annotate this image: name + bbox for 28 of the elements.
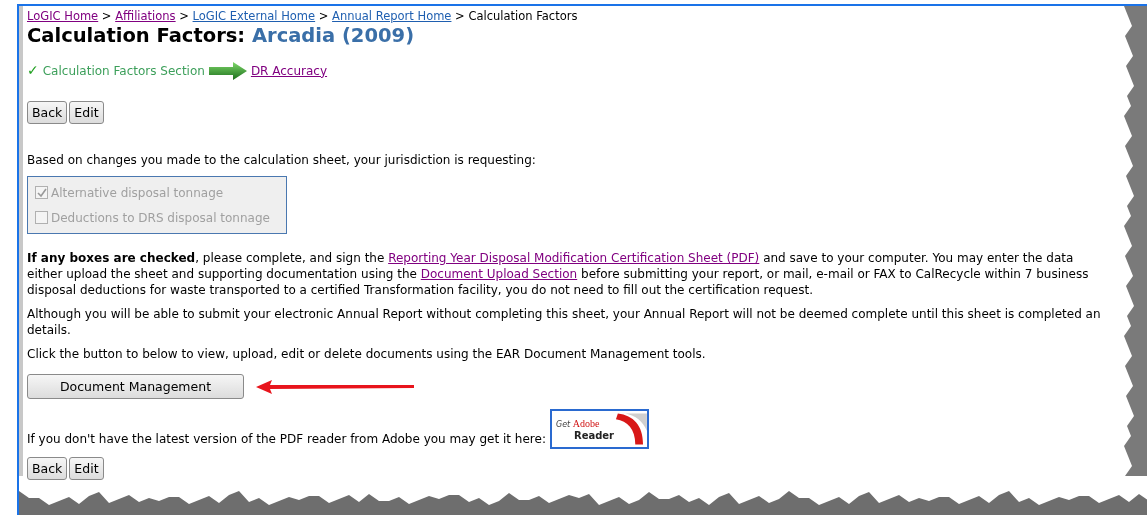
- breadcrumb-link[interactable]: LoGIC Home: [27, 9, 99, 23]
- breadcrumb-separator: >: [454, 9, 466, 23]
- back-button[interactable]: Back: [27, 457, 68, 481]
- back-button[interactable]: Back: [27, 101, 68, 125]
- edit-button[interactable]: Edit: [69, 101, 104, 125]
- section-status: Calculation Factors Section: [42, 62, 205, 80]
- check-icon: ✓: [27, 60, 39, 82]
- get-reader-badge[interactable]: Get Adobe Reader: [549, 409, 649, 450]
- intro-text: Based on changes you made to the calculation sheet, your jurisdiction is requesting:: [27, 152, 537, 169]
- breadcrumb-separator: >: [178, 9, 190, 23]
- next-arrow-icon: [208, 61, 247, 80]
- reader-text: If you don't have the latest version of the PDF reader from Adobe you may get it here:: [27, 431, 546, 448]
- breadcrumb-separator: >: [317, 9, 330, 23]
- breadcrumb-link[interactable]: Annual Report Home: [332, 9, 452, 23]
- checkbox-label: Deductions to DRS disposal tonnage: [51, 209, 270, 227]
- page-title: Calculation Factors: Arcadia (2009): [27, 23, 416, 48]
- body-paragraph: Click the button to below to view, upload, edit or delete documents using the EAR Document Management tools.: [27, 346, 707, 363]
- breadcrumb-link[interactable]: Affiliations: [115, 9, 176, 23]
- checkbox-label: Alternative disposal tonnage: [51, 184, 224, 202]
- next-section-link[interactable]: DR Accuracy: [250, 61, 328, 80]
- document-management-button[interactable]: Document Management: [27, 374, 244, 400]
- edit-button[interactable]: Edit: [69, 457, 104, 481]
- document-link[interactable]: Reporting Year Disposal Modification Certification Sheet (PDF): [388, 251, 760, 266]
- document-link[interactable]: Document Upload Section: [420, 267, 578, 282]
- body-paragraph: Although you will be able to submit your electronic Annual Report without completing this sheet, your Annual Report will not be deemed complete until this sheet is completed an details.: [27, 306, 1102, 339]
- breadcrumb-separator: >: [100, 9, 113, 23]
- breadcrumb-current: Calculation Factors: [468, 9, 578, 23]
- breadcrumb-link[interactable]: LoGIC External Home: [192, 9, 316, 23]
